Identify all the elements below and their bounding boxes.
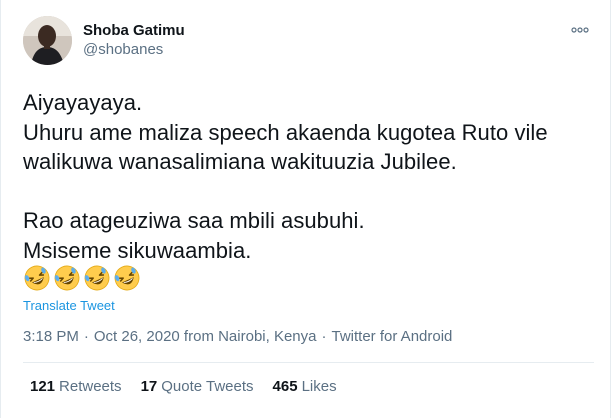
retweets-count: 121 bbox=[30, 378, 56, 395]
tweet-date-location[interactable]: Oct 26, 2020 from Nairobi, Kenya bbox=[94, 328, 317, 345]
quote-tweets-count: 17 bbox=[140, 378, 158, 395]
tweet-source[interactable]: Twitter for Android bbox=[332, 328, 453, 345]
author-display-name[interactable]: Shoba Gatimu bbox=[83, 21, 185, 40]
retweets-stat[interactable]: 121 Retweets bbox=[30, 378, 122, 395]
likes-count: 465 bbox=[272, 378, 298, 395]
author-handle[interactable]: @shobanes bbox=[83, 40, 185, 60]
more-options-button[interactable] bbox=[568, 22, 592, 38]
tweet-metadata: 3:18 PM · Oct 26, 2020 from Nairobi, Kenya… bbox=[23, 328, 452, 345]
tweet-time[interactable]: 3:18 PM bbox=[23, 328, 79, 345]
profile-photo-icon bbox=[23, 16, 72, 65]
meta-separator: · bbox=[83, 328, 89, 345]
divider bbox=[23, 362, 594, 363]
author-names: Shoba Gatimu @shobanes bbox=[83, 21, 185, 60]
quote-tweets-label: Quote Tweets bbox=[161, 378, 254, 395]
tweet-header: Shoba Gatimu @shobanes bbox=[23, 16, 185, 65]
rolling-on-the-floor-laughing-icon bbox=[24, 265, 50, 291]
tweet-line: Aiyayayaya. bbox=[23, 90, 143, 115]
tweet-line: Uhuru ame maliza speech akaenda kugotea … bbox=[23, 119, 548, 145]
avatar[interactable] bbox=[23, 16, 72, 65]
likes-stat[interactable]: 465 Likes bbox=[273, 378, 337, 395]
rolling-on-the-floor-laughing-icon bbox=[84, 265, 110, 291]
likes-label: Likes bbox=[301, 378, 337, 395]
rolling-on-the-floor-laughing-icon bbox=[114, 265, 140, 291]
retweets-label: Retweets bbox=[59, 378, 122, 395]
tweet-text: Aiyayayaya. Uhuru ame maliza speech akae… bbox=[23, 88, 593, 265]
emoji-row bbox=[23, 264, 141, 292]
quote-tweets-stat[interactable]: 17 Quote Tweets bbox=[141, 378, 254, 395]
tweet-line: Msiseme sikuwaambia. bbox=[23, 237, 252, 263]
translate-tweet-link[interactable]: Translate Tweet bbox=[23, 298, 115, 313]
more-options-icon bbox=[571, 27, 589, 33]
meta-separator: · bbox=[321, 328, 327, 345]
tweet-card: Shoba Gatimu @shobanes Aiyayayaya. Uhuru… bbox=[0, 0, 611, 418]
rolling-on-the-floor-laughing-icon bbox=[54, 265, 80, 291]
tweet-line: walikuwa wanasalimiana wakituuzia Jubile… bbox=[23, 149, 457, 174]
tweet-line: Rao atageuziwa saa mbili asubuhi. bbox=[23, 208, 365, 233]
tweet-stats: 121 Retweets 17 Quote Tweets 465 Likes bbox=[30, 378, 356, 395]
